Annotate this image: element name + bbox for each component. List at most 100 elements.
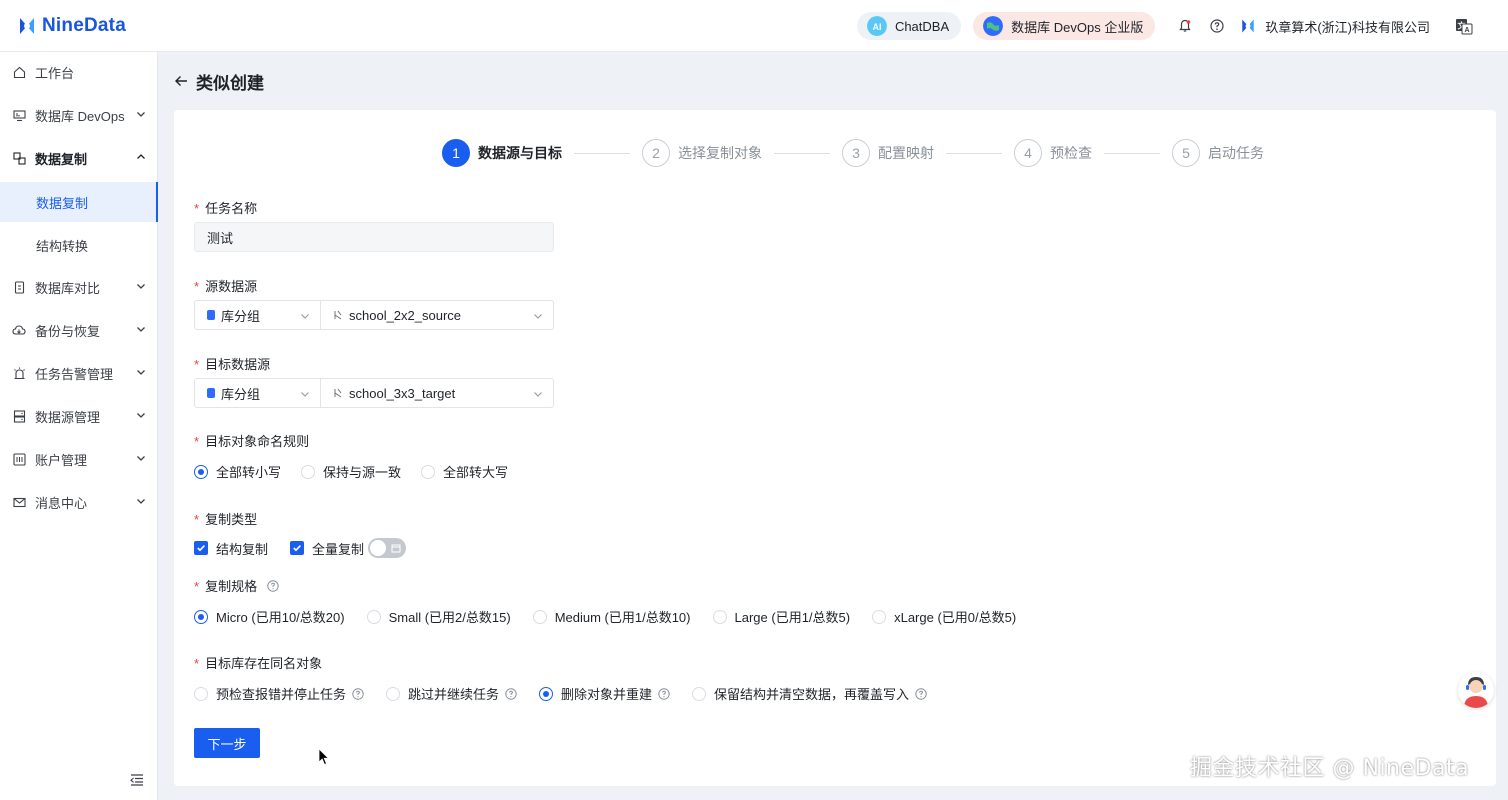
sidebar-item-workbench[interactable]: 工作台 [0, 52, 158, 92]
language-icon[interactable]: 文 A [1454, 16, 1474, 36]
task-name-value: 测试 [207, 230, 234, 246]
sidebar-item-db-compare[interactable]: 数据库对比 [0, 267, 158, 307]
sidebar-item-label: 数据库 DevOps [35, 108, 125, 124]
source-label: * 源数据源 [194, 276, 257, 295]
sidebar-item-devops[interactable]: 数据库 DevOps [0, 95, 158, 135]
support-assistant-button[interactable] [1458, 672, 1494, 708]
alarm-icon [12, 366, 26, 380]
form-card: 1 数据源与目标 2 选择复制对象 3 配置映射 4 预检查 5 启动任务 * 任… [174, 110, 1496, 786]
option-label: 跳过并继续任务 [408, 687, 500, 702]
step-3: 3 配置映射 [842, 139, 934, 167]
source-group-select[interactable]: 库分组 [195, 301, 321, 329]
task-name-input[interactable]: 测试 [194, 222, 554, 252]
spec-option-xlarge[interactable]: xLarge (已用0/总数5) [872, 607, 1016, 626]
naming-option-lower[interactable]: 全部转小写 [194, 462, 281, 481]
sidebar-item-replication-sub[interactable]: 数据复制 [0, 182, 158, 222]
spec-option-small[interactable]: Small (已用2/总数15) [366, 607, 511, 626]
edition-button[interactable]: 数据库 DevOps 企业版 [973, 12, 1156, 40]
bell-icon[interactable] [1177, 18, 1193, 34]
sidebar-item-backup[interactable]: 备份与恢复 [0, 310, 158, 350]
support-avatar-icon [1464, 677, 1488, 708]
toggle-knob [370, 540, 387, 556]
next-step-button[interactable]: 下一步 [194, 728, 260, 758]
help-circle-icon[interactable] [267, 580, 279, 592]
radio [194, 686, 208, 701]
spec-option-micro[interactable]: Micro (已用10/总数20) [194, 607, 345, 626]
organization-switcher[interactable]: 玖章算术(浙江)科技有限公司 [1239, 17, 1430, 36]
spec-option-medium[interactable]: Medium (已用1/总数10) [532, 607, 691, 626]
sidebar-item-accounts[interactable]: 账户管理 [0, 439, 158, 479]
chevron-down-icon [137, 284, 145, 289]
step-divider [774, 152, 830, 154]
copy-type-structure[interactable]: 结构复制 [194, 539, 268, 558]
source-instance-value: school_2x2_source [349, 307, 462, 323]
sidebar-item-label: 数据库对比 [35, 280, 101, 296]
help-circle-icon[interactable] [352, 687, 364, 700]
radio [712, 609, 727, 624]
copy-type-full[interactable]: 全量复制 [290, 539, 364, 558]
chevron-up-icon [137, 154, 145, 159]
help-circle-icon[interactable] [505, 687, 517, 700]
radio [301, 464, 316, 479]
sidebar-item-label: 任务告警管理 [35, 366, 114, 382]
help-circle-icon[interactable] [915, 687, 927, 700]
step-1: 1 数据源与目标 [442, 139, 562, 167]
option-label: Medium (已用1/总数10) [554, 610, 691, 625]
option-label: Large (已用1/总数5) [734, 610, 851, 625]
spec-option-large[interactable]: Large (已用1/总数5) [712, 607, 851, 626]
svg-text:AI: AI [872, 22, 881, 32]
incremental-toggle[interactable] [368, 538, 407, 558]
label-text: 任务名称 [205, 201, 258, 216]
required-mark: * [194, 279, 200, 294]
source-instance-select[interactable]: school_2x2_source [321, 301, 553, 329]
database-icon [207, 388, 215, 398]
datasource-icon [12, 409, 26, 423]
step-number: 3 [842, 139, 870, 167]
option-label: xLarge (已用0/总数5) [894, 610, 1017, 625]
task-name-label: * 任务名称 [194, 198, 257, 217]
org-name: 玖章算术(浙江)科技有限公司 [1265, 19, 1430, 35]
sidebar-item-alarms[interactable]: 任务告警管理 [0, 353, 158, 393]
sidebar: 工作台 数据库 DevOps 数据复制 数据复制 结构转换 数据库对比 备份与恢… [0, 52, 158, 800]
sidebar-item-label: 数据复制 [36, 195, 89, 211]
page-header: 类似创建 [158, 52, 1508, 110]
chevron-down-icon [137, 413, 145, 418]
option-label: 全部转大写 [443, 465, 509, 480]
step-5: 5 启动任务 [1172, 139, 1264, 167]
naming-option-keep[interactable]: 保持与源一致 [301, 462, 401, 481]
naming-option-upper[interactable]: 全部转大写 [421, 462, 508, 481]
conflict-option-stop[interactable]: 预检查报错并停止任务 [194, 684, 364, 703]
sidebar-item-messages[interactable]: 消息中心 [0, 482, 158, 522]
back-arrow-icon[interactable] [174, 74, 188, 88]
required-mark: * [194, 656, 200, 671]
edition-label: 数据库 DevOps 企业版 [1011, 19, 1144, 35]
chevron-down-icon [301, 314, 309, 319]
monitor-icon [12, 108, 26, 122]
option-label: 保留结构并清空数据，再覆盖写入 [714, 687, 910, 702]
chatdba-button[interactable]: AI ChatDBA [856, 12, 962, 40]
conflict-option-skip[interactable]: 跳过并继续任务 [386, 684, 517, 703]
chatdba-label: ChatDBA [894, 18, 950, 34]
naming-rule-options: 全部转小写 保持与源一致 全部转大写 [194, 462, 508, 481]
sidebar-item-schema-conversion[interactable]: 结构转换 [0, 225, 158, 265]
sidebar-item-replication[interactable]: 数据复制 [0, 138, 158, 178]
step-divider [574, 152, 630, 154]
collapse-sidebar-icon[interactable] [130, 774, 144, 786]
conflict-options: 预检查报错并停止任务 跳过并继续任务 删除对象并重建 保留结构并清空数据，再覆盖… [194, 684, 927, 703]
label-text: 复制规格 [205, 579, 258, 594]
label-text: 目标库存在同名对象 [205, 656, 323, 671]
chevron-down-icon [137, 112, 145, 117]
radio [421, 464, 436, 479]
conflict-option-truncate[interactable]: 保留结构并清空数据，再覆盖写入 [692, 684, 927, 703]
target-instance-select[interactable]: school_3x3_target [321, 379, 553, 407]
target-group-select[interactable]: 库分组 [195, 379, 321, 407]
target-group-value: 库分组 [221, 386, 261, 402]
watermark: 掘金技术社区 @ NineData [1190, 756, 1470, 781]
help-circle-icon[interactable] [658, 687, 670, 700]
conflict-option-rebuild[interactable]: 删除对象并重建 [539, 684, 670, 703]
help-icon[interactable] [1209, 18, 1225, 34]
brand-logo[interactable]: NineData [16, 15, 126, 37]
sidebar-item-datasources[interactable]: 数据源管理 [0, 396, 158, 436]
chevron-down-icon [137, 456, 145, 461]
step-number: 5 [1172, 139, 1200, 167]
